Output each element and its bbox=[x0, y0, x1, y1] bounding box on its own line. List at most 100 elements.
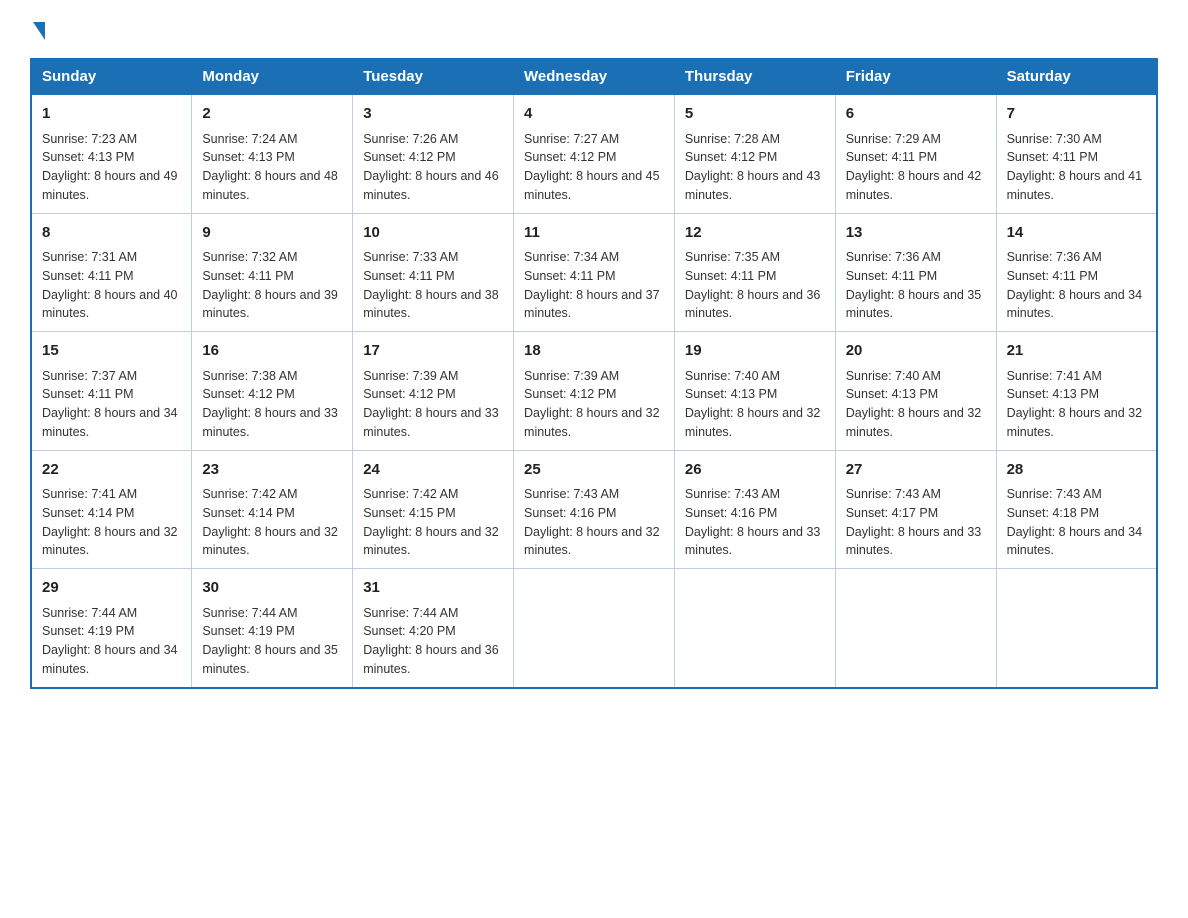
day-daylight: Daylight: 8 hours and 32 minutes. bbox=[685, 406, 821, 439]
day-sunrise: Sunrise: 7:41 AM bbox=[42, 487, 137, 501]
day-daylight: Daylight: 8 hours and 36 minutes. bbox=[363, 643, 499, 676]
day-sunset: Sunset: 4:12 PM bbox=[363, 150, 455, 164]
col-header-thursday: Thursday bbox=[674, 59, 835, 94]
day-sunset: Sunset: 4:19 PM bbox=[202, 624, 294, 638]
calendar-cell: 29 Sunrise: 7:44 AM Sunset: 4:19 PM Dayl… bbox=[31, 569, 192, 688]
day-sunset: Sunset: 4:12 PM bbox=[363, 387, 455, 401]
day-sunset: Sunset: 4:12 PM bbox=[202, 387, 294, 401]
day-daylight: Daylight: 8 hours and 32 minutes. bbox=[42, 525, 178, 558]
day-sunrise: Sunrise: 7:30 AM bbox=[1007, 132, 1102, 146]
day-sunrise: Sunrise: 7:43 AM bbox=[685, 487, 780, 501]
day-sunset: Sunset: 4:11 PM bbox=[202, 269, 294, 283]
day-sunrise: Sunrise: 7:37 AM bbox=[42, 369, 137, 383]
day-sunrise: Sunrise: 7:43 AM bbox=[846, 487, 941, 501]
day-number: 4 bbox=[524, 103, 664, 126]
page-header bbox=[30, 20, 1158, 40]
day-daylight: Daylight: 8 hours and 34 minutes. bbox=[42, 643, 178, 676]
day-sunset: Sunset: 4:11 PM bbox=[42, 387, 134, 401]
calendar-cell bbox=[996, 569, 1157, 688]
col-header-saturday: Saturday bbox=[996, 59, 1157, 94]
day-sunrise: Sunrise: 7:39 AM bbox=[524, 369, 619, 383]
day-sunset: Sunset: 4:11 PM bbox=[42, 269, 134, 283]
day-sunset: Sunset: 4:13 PM bbox=[42, 150, 134, 164]
day-number: 7 bbox=[1007, 103, 1146, 126]
day-daylight: Daylight: 8 hours and 34 minutes. bbox=[42, 406, 178, 439]
day-sunrise: Sunrise: 7:23 AM bbox=[42, 132, 137, 146]
day-sunrise: Sunrise: 7:44 AM bbox=[363, 606, 458, 620]
day-sunset: Sunset: 4:13 PM bbox=[202, 150, 294, 164]
day-daylight: Daylight: 8 hours and 41 minutes. bbox=[1007, 169, 1143, 202]
calendar-cell: 11 Sunrise: 7:34 AM Sunset: 4:11 PM Dayl… bbox=[514, 213, 675, 332]
day-daylight: Daylight: 8 hours and 49 minutes. bbox=[42, 169, 178, 202]
calendar-table: SundayMondayTuesdayWednesdayThursdayFrid… bbox=[30, 58, 1158, 689]
day-sunrise: Sunrise: 7:33 AM bbox=[363, 250, 458, 264]
calendar-header-row: SundayMondayTuesdayWednesdayThursdayFrid… bbox=[31, 59, 1157, 94]
day-sunset: Sunset: 4:17 PM bbox=[846, 506, 938, 520]
day-number: 22 bbox=[42, 459, 181, 482]
calendar-cell: 5 Sunrise: 7:28 AM Sunset: 4:12 PM Dayli… bbox=[674, 94, 835, 213]
day-daylight: Daylight: 8 hours and 46 minutes. bbox=[363, 169, 499, 202]
day-sunset: Sunset: 4:12 PM bbox=[685, 150, 777, 164]
day-daylight: Daylight: 8 hours and 48 minutes. bbox=[202, 169, 338, 202]
day-number: 1 bbox=[42, 103, 181, 126]
col-header-friday: Friday bbox=[835, 59, 996, 94]
day-sunrise: Sunrise: 7:44 AM bbox=[42, 606, 137, 620]
day-daylight: Daylight: 8 hours and 32 minutes. bbox=[524, 406, 660, 439]
day-daylight: Daylight: 8 hours and 32 minutes. bbox=[363, 525, 499, 558]
day-sunrise: Sunrise: 7:29 AM bbox=[846, 132, 941, 146]
day-daylight: Daylight: 8 hours and 35 minutes. bbox=[202, 643, 338, 676]
day-number: 11 bbox=[524, 222, 664, 245]
day-sunrise: Sunrise: 7:44 AM bbox=[202, 606, 297, 620]
calendar-cell: 14 Sunrise: 7:36 AM Sunset: 4:11 PM Dayl… bbox=[996, 213, 1157, 332]
day-number: 2 bbox=[202, 103, 342, 126]
day-number: 3 bbox=[363, 103, 503, 126]
calendar-week-row: 29 Sunrise: 7:44 AM Sunset: 4:19 PM Dayl… bbox=[31, 569, 1157, 688]
day-number: 19 bbox=[685, 340, 825, 363]
calendar-cell: 13 Sunrise: 7:36 AM Sunset: 4:11 PM Dayl… bbox=[835, 213, 996, 332]
day-daylight: Daylight: 8 hours and 34 minutes. bbox=[1007, 288, 1143, 321]
day-sunset: Sunset: 4:11 PM bbox=[685, 269, 777, 283]
calendar-cell: 30 Sunrise: 7:44 AM Sunset: 4:19 PM Dayl… bbox=[192, 569, 353, 688]
calendar-cell: 2 Sunrise: 7:24 AM Sunset: 4:13 PM Dayli… bbox=[192, 94, 353, 213]
day-sunrise: Sunrise: 7:42 AM bbox=[202, 487, 297, 501]
day-sunset: Sunset: 4:16 PM bbox=[685, 506, 777, 520]
day-sunset: Sunset: 4:14 PM bbox=[42, 506, 134, 520]
day-daylight: Daylight: 8 hours and 43 minutes. bbox=[685, 169, 821, 202]
day-number: 25 bbox=[524, 459, 664, 482]
calendar-cell bbox=[514, 569, 675, 688]
col-header-tuesday: Tuesday bbox=[353, 59, 514, 94]
day-number: 6 bbox=[846, 103, 986, 126]
day-sunrise: Sunrise: 7:43 AM bbox=[524, 487, 619, 501]
day-sunset: Sunset: 4:12 PM bbox=[524, 387, 616, 401]
day-sunset: Sunset: 4:11 PM bbox=[363, 269, 455, 283]
day-daylight: Daylight: 8 hours and 45 minutes. bbox=[524, 169, 660, 202]
day-sunrise: Sunrise: 7:39 AM bbox=[363, 369, 458, 383]
calendar-cell: 20 Sunrise: 7:40 AM Sunset: 4:13 PM Dayl… bbox=[835, 332, 996, 451]
day-sunset: Sunset: 4:13 PM bbox=[846, 387, 938, 401]
day-daylight: Daylight: 8 hours and 36 minutes. bbox=[685, 288, 821, 321]
day-sunset: Sunset: 4:15 PM bbox=[363, 506, 455, 520]
day-number: 31 bbox=[363, 577, 503, 600]
calendar-cell: 12 Sunrise: 7:35 AM Sunset: 4:11 PM Dayl… bbox=[674, 213, 835, 332]
day-number: 12 bbox=[685, 222, 825, 245]
day-number: 24 bbox=[363, 459, 503, 482]
day-sunset: Sunset: 4:20 PM bbox=[363, 624, 455, 638]
calendar-cell: 3 Sunrise: 7:26 AM Sunset: 4:12 PM Dayli… bbox=[353, 94, 514, 213]
calendar-cell: 25 Sunrise: 7:43 AM Sunset: 4:16 PM Dayl… bbox=[514, 450, 675, 569]
calendar-cell: 1 Sunrise: 7:23 AM Sunset: 4:13 PM Dayli… bbox=[31, 94, 192, 213]
day-sunrise: Sunrise: 7:28 AM bbox=[685, 132, 780, 146]
day-daylight: Daylight: 8 hours and 33 minutes. bbox=[685, 525, 821, 558]
day-sunrise: Sunrise: 7:35 AM bbox=[685, 250, 780, 264]
day-number: 21 bbox=[1007, 340, 1146, 363]
calendar-cell: 17 Sunrise: 7:39 AM Sunset: 4:12 PM Dayl… bbox=[353, 332, 514, 451]
day-daylight: Daylight: 8 hours and 42 minutes. bbox=[846, 169, 982, 202]
day-sunrise: Sunrise: 7:40 AM bbox=[846, 369, 941, 383]
calendar-cell: 8 Sunrise: 7:31 AM Sunset: 4:11 PM Dayli… bbox=[31, 213, 192, 332]
day-number: 5 bbox=[685, 103, 825, 126]
day-daylight: Daylight: 8 hours and 34 minutes. bbox=[1007, 525, 1143, 558]
day-sunrise: Sunrise: 7:26 AM bbox=[363, 132, 458, 146]
day-number: 15 bbox=[42, 340, 181, 363]
day-daylight: Daylight: 8 hours and 37 minutes. bbox=[524, 288, 660, 321]
day-daylight: Daylight: 8 hours and 33 minutes. bbox=[363, 406, 499, 439]
day-sunset: Sunset: 4:16 PM bbox=[524, 506, 616, 520]
